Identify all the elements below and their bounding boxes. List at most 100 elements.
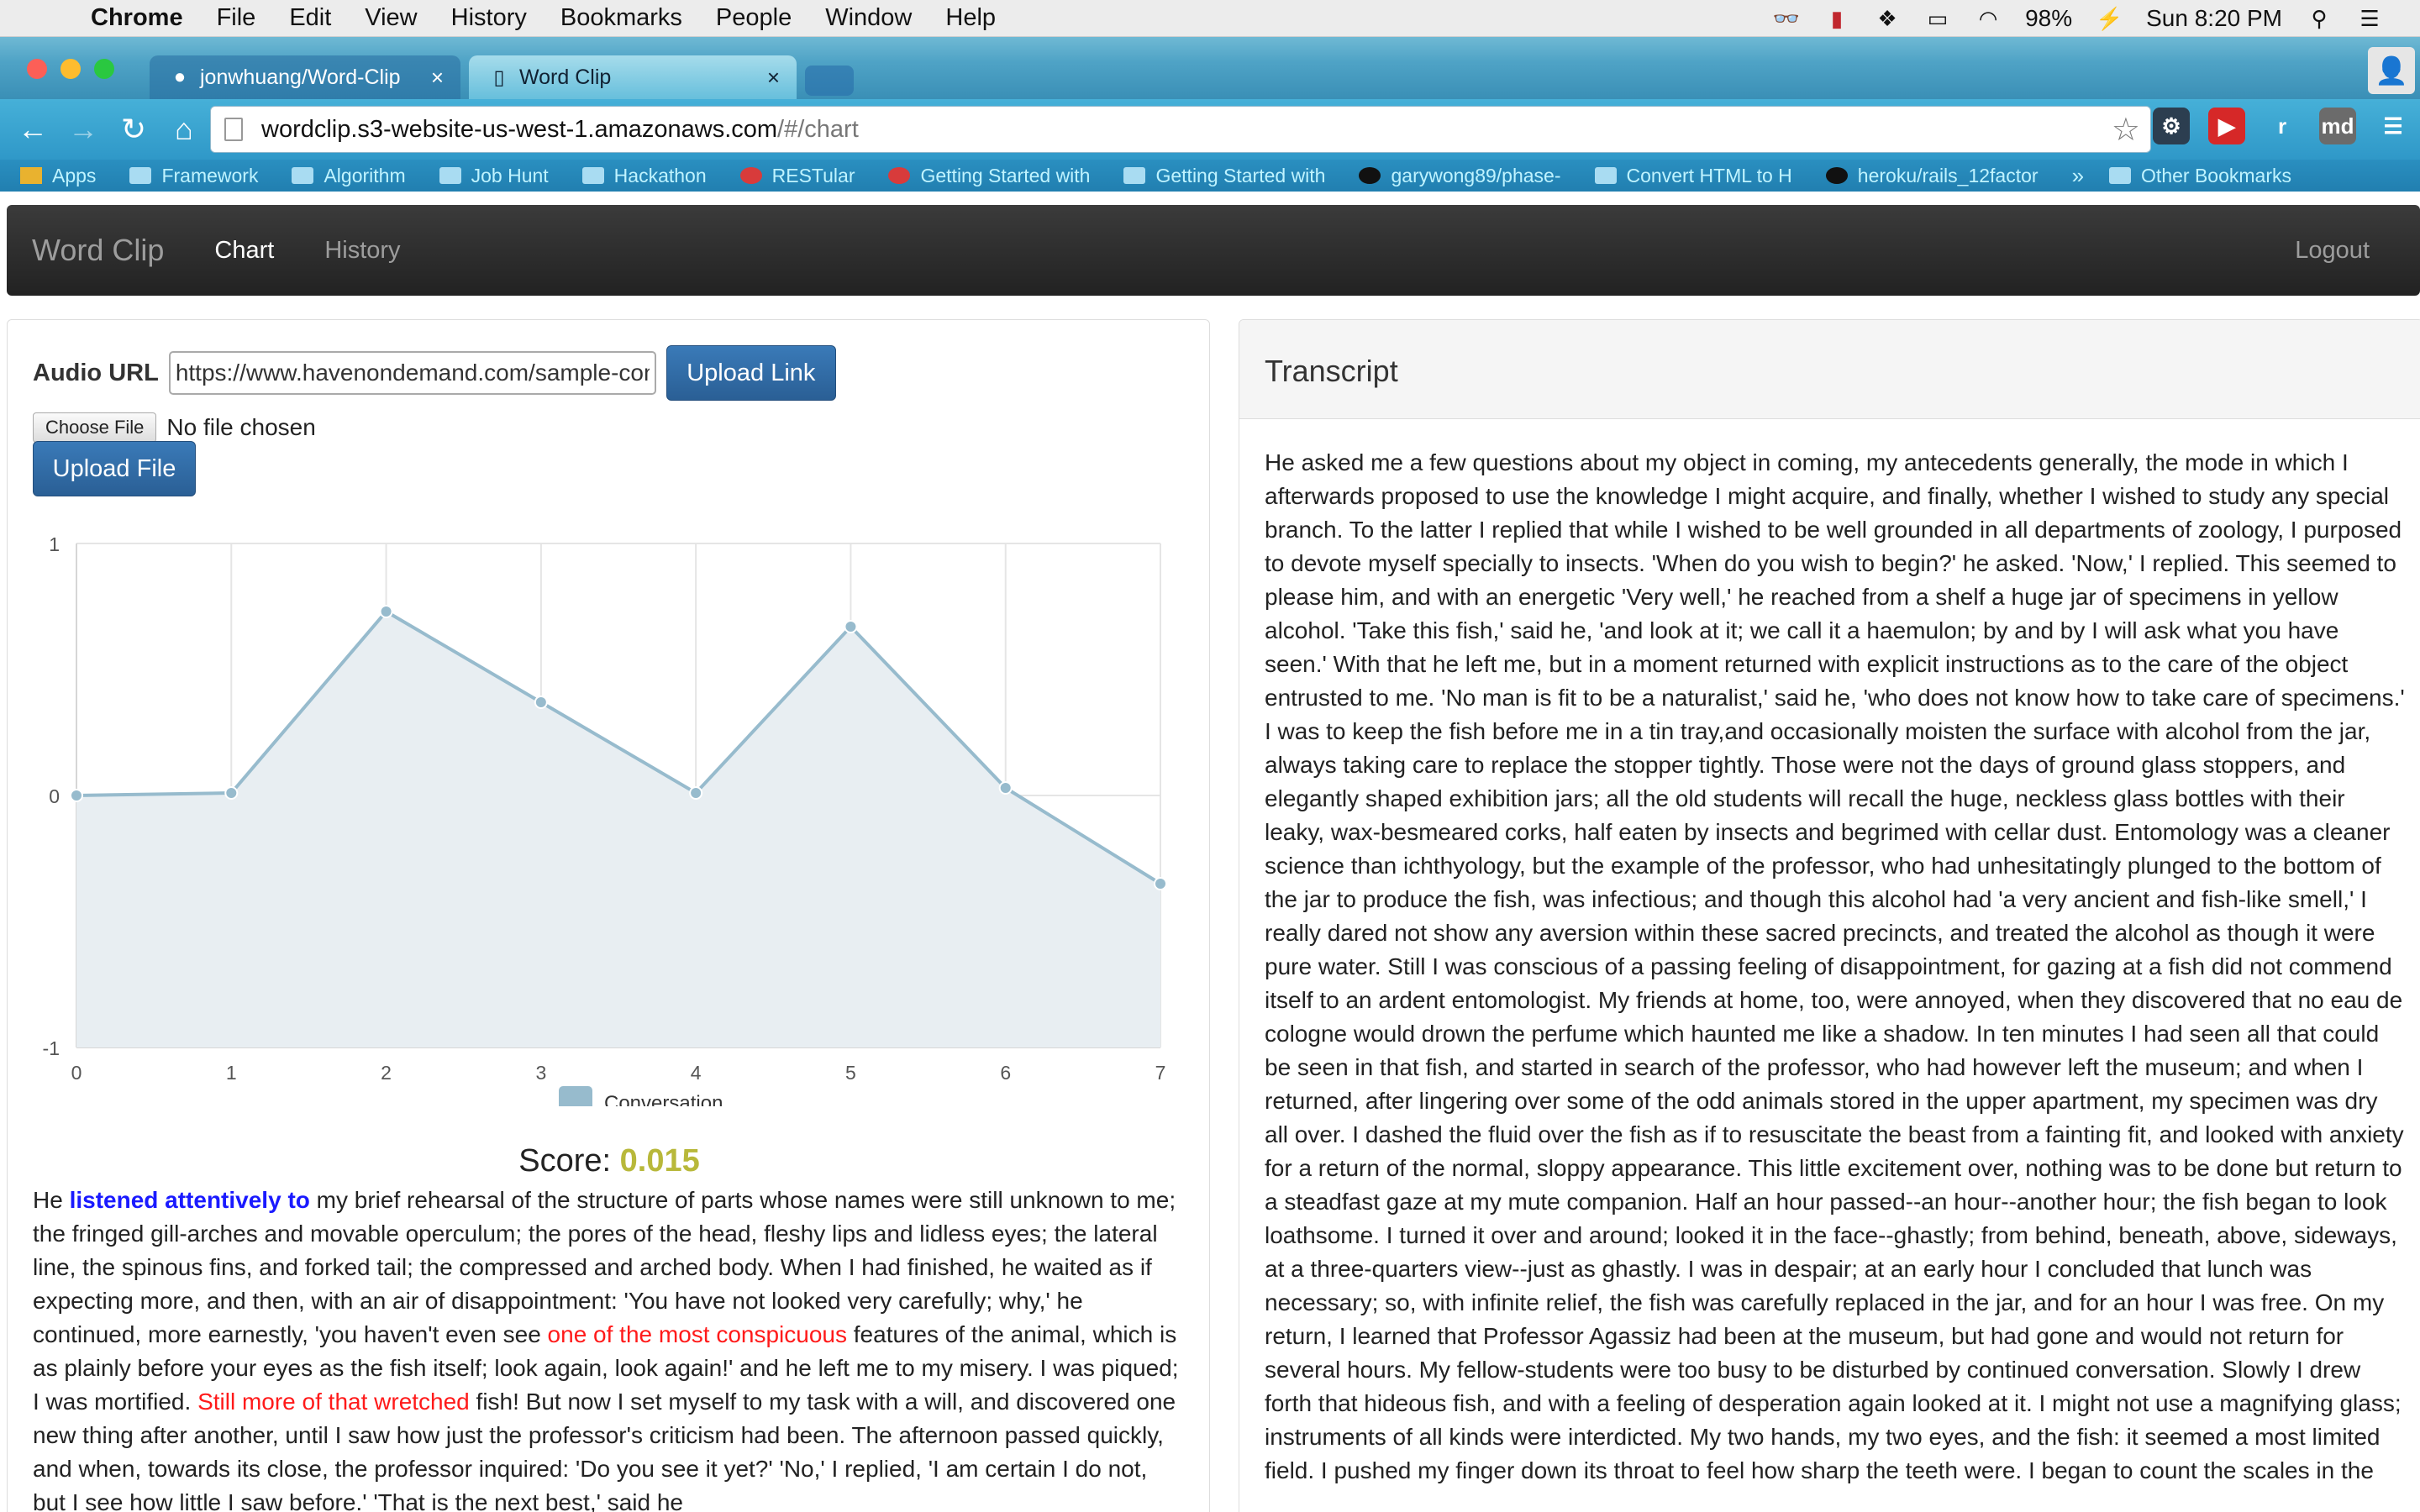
gear-icon[interactable]: ⚙ (2153, 108, 2190, 144)
menu-history[interactable]: History (451, 4, 527, 32)
home-icon[interactable]: ⌂ (166, 112, 202, 147)
tab-title: Word Clip (519, 65, 612, 89)
menu-view[interactable]: View (365, 4, 417, 32)
y-tick-label: -1 (43, 1037, 60, 1059)
bookmark-label: Getting Started with (920, 164, 1091, 186)
apps-grid-icon (20, 167, 42, 184)
r-icon[interactable]: r (2264, 108, 2301, 144)
notification-center-icon[interactable]: ☰ (2356, 6, 2383, 31)
chart-panel: Audio URL Upload Link Choose File No fil… (7, 319, 1210, 1512)
summary-highlight: one of the most conspicuous (547, 1321, 847, 1347)
upload-file-button[interactable]: Upload File (33, 441, 196, 496)
page: Word Clip Chart History Logout Audio URL… (7, 192, 2420, 1512)
folder-icon (1594, 167, 1617, 184)
x-tick-label: 4 (691, 1062, 702, 1084)
chart-data-point (224, 786, 239, 800)
audio-url-row: Audio URL Upload Link (33, 345, 836, 401)
bookmark-item[interactable]: Getting Started with (888, 165, 1090, 187)
x-tick-label: 6 (1000, 1062, 1011, 1084)
page-info-icon[interactable] (224, 118, 243, 141)
url-path: /#/chart (777, 115, 859, 143)
logout-link[interactable]: Logout (2295, 237, 2370, 265)
choose-file-button[interactable]: Choose File (33, 412, 157, 443)
chart-data-point (534, 696, 548, 709)
tab-github[interactable]: ● jonwhuang/Word-Clip × (150, 55, 460, 99)
bookmarks-overflow-chevron-icon[interactable]: » (2072, 163, 2084, 189)
bookmark-favicon-icon (739, 167, 762, 184)
battery-percentage: 98% (2025, 5, 2073, 31)
close-tab-icon[interactable]: × (767, 65, 780, 91)
md-icon[interactable]: md (2319, 108, 2356, 144)
menu-people[interactable]: People (716, 4, 792, 32)
glasses-icon[interactable]: 👓 (1773, 6, 1800, 31)
summary-text: He (33, 1187, 70, 1213)
tab-title: jonwhuang/Word-Clip (200, 65, 401, 89)
bookmark-item[interactable]: Framework (129, 165, 258, 187)
github-icon (1825, 167, 1848, 184)
wifi-icon[interactable]: ◠ (1975, 6, 2002, 31)
clock[interactable]: Sun 8:20 PM (2146, 5, 2282, 32)
upload-link-button[interactable]: Upload Link (666, 345, 836, 401)
bookmark-item[interactable]: Convert HTML to H (1594, 164, 1792, 187)
no-file-chosen-text: No file chosen (166, 414, 316, 440)
address-bar[interactable]: wordclip.s3-website-us-west-1.amazonaws.… (210, 106, 2151, 153)
other-bookmarks-folder[interactable]: Other Bookmarks (2109, 165, 2291, 187)
nav-chart[interactable]: Chart (214, 237, 274, 265)
bookmark-item[interactable]: Apps (20, 165, 96, 187)
chart-data-point (689, 786, 703, 800)
spotlight-search-icon[interactable]: ⚲ (2306, 6, 2333, 31)
profile-avatar-icon[interactable]: 👤 (2368, 47, 2415, 94)
menu-bookmarks[interactable]: Bookmarks (560, 4, 682, 32)
folder-icon (439, 167, 461, 184)
audio-url-input[interactable] (168, 351, 656, 395)
folder-icon (1123, 167, 1146, 184)
bookmark-label: Framework (161, 164, 259, 186)
bookmark-item[interactable]: Job Hunt (439, 165, 549, 187)
github-icon (1359, 167, 1381, 184)
menu-app-name[interactable]: Chrome (91, 4, 183, 32)
transcript-text: He asked me a few questions about my obj… (1265, 449, 2405, 1483)
summary-highlight: listened attentively to (69, 1187, 310, 1213)
reload-icon[interactable]: ↻ (116, 112, 151, 147)
bookmark-item[interactable]: Getting Started with (1123, 165, 1325, 187)
tab-word-clip[interactable]: ▯ Word Clip × (469, 55, 797, 99)
summary-highlight: Still more of that wretched (197, 1389, 470, 1415)
bookmark-item[interactable]: RESTular (739, 164, 855, 187)
minimize-window-button[interactable] (60, 59, 81, 79)
chart-data-point (379, 605, 393, 618)
menu-help[interactable]: Help (945, 4, 996, 32)
menu-edit[interactable]: Edit (289, 4, 331, 32)
bookmark-label: RESTular (771, 164, 855, 186)
red-app-icon[interactable]: ▮ (1823, 6, 1850, 31)
youtube-icon[interactable]: ▶ (2208, 108, 2245, 144)
bookmark-label: Convert HTML to H (1626, 164, 1792, 186)
close-window-button[interactable] (27, 59, 47, 79)
bookmark-star-icon[interactable]: ☆ (2112, 111, 2140, 149)
chart-data-point (998, 781, 1013, 795)
x-tick-label: 5 (845, 1062, 856, 1084)
nav-history[interactable]: History (324, 237, 400, 265)
new-tab-button[interactable] (805, 66, 854, 96)
battery-charging-icon[interactable]: ⚡ (2096, 6, 2123, 31)
bookmark-item[interactable]: garywong89/phase- (1359, 164, 1561, 187)
browser-toolbar: ← → ↻ ⌂ wordclip.s3-website-us-west-1.am… (0, 99, 2420, 160)
zoom-window-button[interactable] (94, 59, 114, 79)
forward-arrow-icon[interactable]: → (66, 112, 101, 147)
dropbox-icon[interactable]: ❖ (1874, 6, 1901, 31)
chrome-menu-icon[interactable]: ☰ (2375, 108, 2412, 144)
menu-file[interactable]: File (217, 4, 256, 32)
bookmark-item[interactable]: Algorithm (292, 165, 406, 187)
bookmark-label: Job Hunt (471, 164, 549, 186)
highlighted-summary: He listened attentively to my brief rehe… (33, 1184, 1184, 1512)
bookmarks-bar: Apps Framework Algorithm Job Hunt Hackathon R… (0, 160, 2420, 192)
close-tab-icon[interactable]: × (431, 65, 444, 91)
bookmark-label: garywong89/phase- (1391, 164, 1561, 186)
back-arrow-icon[interactable]: ← (15, 112, 50, 147)
extensions-area: ⚙ ▶ r md ☰ (2153, 108, 2412, 144)
bookmark-item[interactable]: heroku/rails_12factor (1825, 165, 2039, 187)
bookmark-item[interactable]: Hackathon (581, 165, 707, 187)
menu-window[interactable]: Window (825, 4, 912, 32)
airplay-icon[interactable]: ▭ (1924, 6, 1951, 31)
brand-logo[interactable]: Word Clip (32, 233, 164, 268)
url-host: wordclip.s3-website-us-west-1.amazonaws.… (261, 115, 778, 143)
